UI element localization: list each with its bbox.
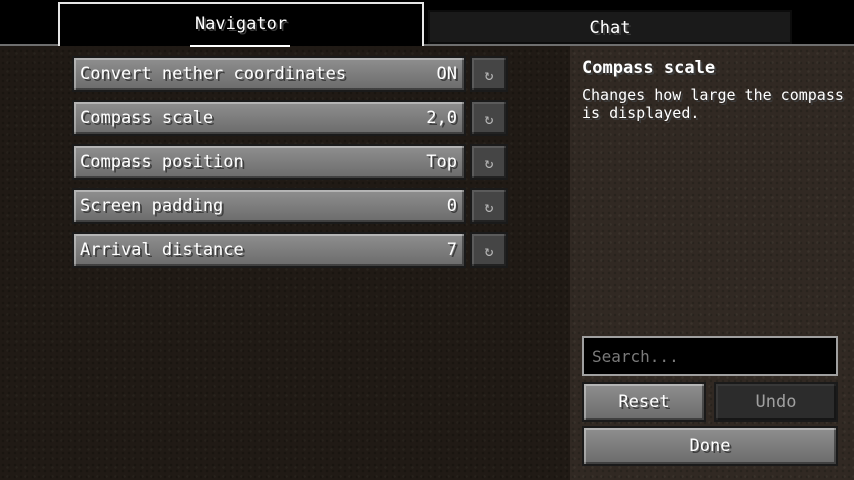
undo-button[interactable]: Undo [714, 382, 838, 422]
option-label: Screen padding [80, 196, 224, 216]
tab-chat[interactable]: Chat [428, 10, 792, 44]
reset-option-button[interactable]: ↻ [470, 100, 508, 136]
option-row-arrival-distance: Arrival distance 7 ↻ [72, 232, 508, 268]
refresh-icon: ↻ [484, 154, 494, 172]
option-label: Convert nether coordinates [80, 64, 347, 84]
option-value: ON [436, 64, 457, 84]
done-button[interactable]: Done [582, 426, 838, 466]
option-button-compass-scale[interactable]: Compass scale 2,0 [72, 100, 466, 136]
description-title: Compass scale [582, 58, 716, 78]
tab-navigator[interactable]: Navigator [58, 2, 424, 47]
option-value: Top [426, 152, 457, 172]
option-button-convert-nether-coordinates[interactable]: Convert nether coordinates ON [72, 56, 466, 92]
option-label: Compass position [80, 152, 244, 172]
option-value: 7 [446, 240, 457, 260]
option-button-arrival-distance[interactable]: Arrival distance 7 [72, 232, 466, 268]
option-row-convert-nether-coordinates: Convert nether coordinates ON ↻ [72, 56, 508, 92]
option-value: 2,0 [426, 108, 457, 128]
option-row-compass-scale: Compass scale 2,0 ↻ [72, 100, 508, 136]
search-input[interactable] [582, 336, 838, 376]
reset-option-button[interactable]: ↻ [470, 56, 508, 92]
refresh-icon: ↻ [484, 198, 494, 216]
active-tab-underline [190, 45, 290, 47]
description-text: Changes how large the compass is display… [582, 86, 844, 122]
options-screen: Navigator Chat Convert nether coordinate… [0, 0, 854, 480]
reset-option-button[interactable]: ↻ [470, 188, 508, 224]
option-row-screen-padding: Screen padding 0 ↻ [72, 188, 508, 224]
reset-button[interactable]: Reset [582, 382, 706, 422]
option-button-screen-padding[interactable]: Screen padding 0 [72, 188, 466, 224]
option-row-compass-position: Compass position Top ↻ [72, 144, 508, 180]
tab-navigator-label: Navigator [194, 14, 288, 34]
option-label: Compass scale [80, 108, 214, 128]
refresh-icon: ↻ [484, 110, 494, 128]
tab-chat-label: Chat [589, 18, 631, 38]
reset-option-button[interactable]: ↻ [470, 144, 508, 180]
refresh-icon: ↻ [484, 66, 494, 84]
option-button-compass-position[interactable]: Compass position Top [72, 144, 466, 180]
refresh-icon: ↻ [484, 242, 494, 260]
option-value: 0 [446, 196, 457, 216]
option-label: Arrival distance [80, 240, 244, 260]
reset-option-button[interactable]: ↻ [470, 232, 508, 268]
